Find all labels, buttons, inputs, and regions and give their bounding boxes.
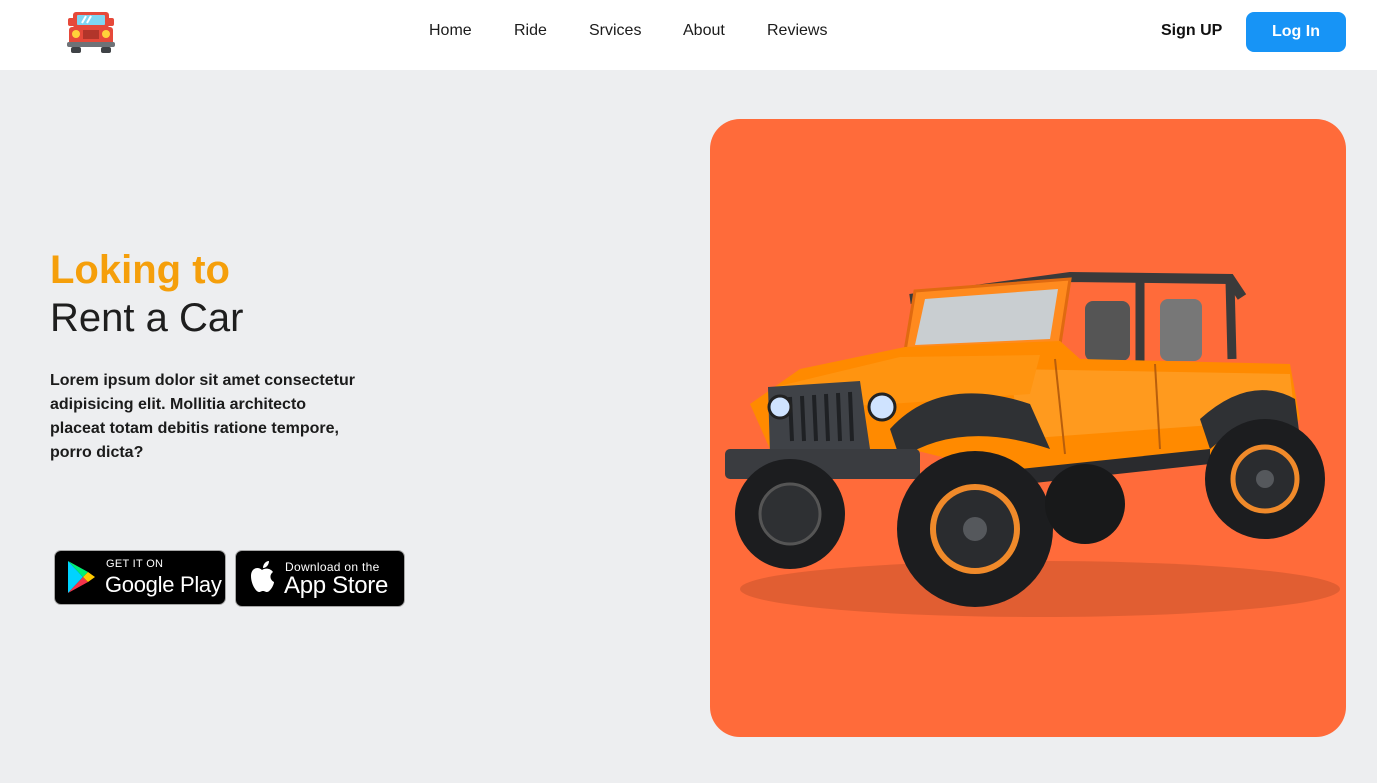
sign-up-link[interactable]: Sign UP [1161, 22, 1222, 40]
log-in-button[interactable]: Log In [1246, 12, 1346, 52]
app-store-big-text: App Store [284, 572, 389, 599]
google-play-small-text: GET IT ON [106, 558, 164, 570]
app-store-badge[interactable]: Download on the App Store [235, 550, 405, 607]
nav-link-reviews[interactable]: Reviews [767, 22, 827, 40]
google-play-big-text: Google Play [105, 572, 222, 597]
apple-icon [251, 561, 274, 592]
top-navbar: Home Ride Srvices About Reviews Sign UP … [0, 0, 1377, 70]
nav-link-services[interactable]: Srvices [589, 22, 641, 40]
hero-image-card [710, 119, 1346, 737]
nav-link-home[interactable]: Home [429, 22, 472, 40]
nav-link-ride[interactable]: Ride [514, 22, 547, 40]
hero-title-accent: Loking to [50, 248, 230, 292]
orange-jeep-image [725, 271, 1340, 617]
nav-link-about[interactable]: About [683, 22, 725, 40]
google-play-icon [68, 561, 95, 593]
hero-title-main: Rent a Car [50, 296, 244, 340]
google-play-badge[interactable]: GET IT ON Google Play [54, 550, 226, 605]
hero-description: Lorem ipsum dolor sit amet consectetur a… [50, 372, 355, 461]
